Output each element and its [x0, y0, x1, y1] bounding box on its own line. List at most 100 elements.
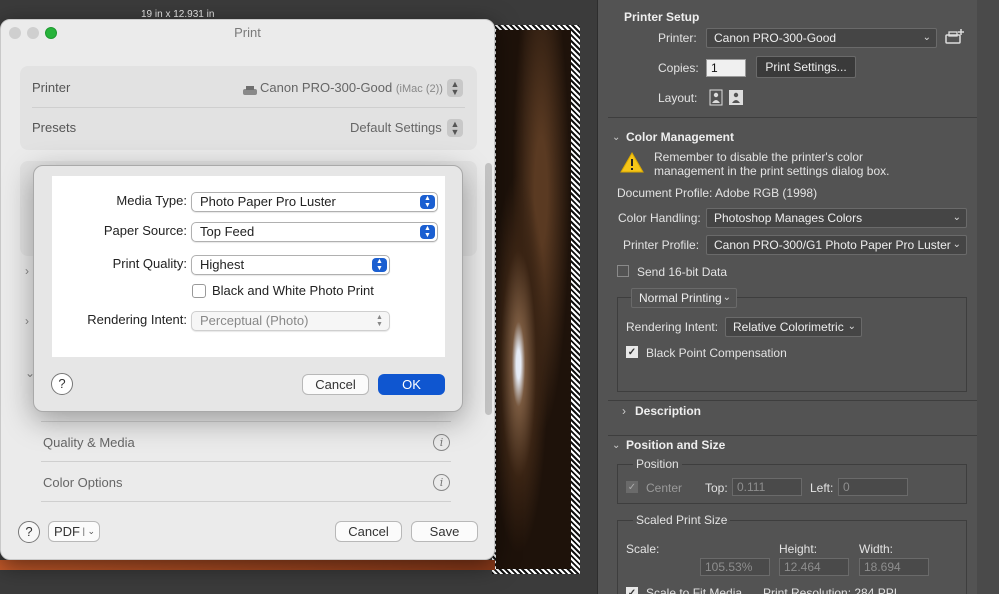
- scale-to-fit-label: Scale to Fit Media: [646, 586, 743, 594]
- ps-rendering-intent-select[interactable]: Relative Colorimetric ⌄: [725, 317, 862, 337]
- width-label: Width:: [859, 542, 894, 556]
- add-printer-icon[interactable]: [945, 28, 965, 49]
- print-quality-value: Highest: [200, 257, 245, 272]
- paper-source-select[interactable]: Top Feed ▲ ▼: [191, 222, 438, 242]
- chevron-down-icon: ⌄: [922, 32, 931, 43]
- ps-rendering-intent-value: Relative Colorimetric: [733, 320, 844, 334]
- warning-text: Remember to disable the printer's color …: [654, 150, 890, 178]
- sheet-content: Media Type: Photo Paper Pro Luster ▲ ▼ Pa…: [52, 176, 445, 357]
- sheet-cancel-button[interactable]: Cancel: [302, 374, 369, 395]
- scaled-size-group-box: [617, 520, 967, 594]
- copies-input[interactable]: 1: [706, 59, 746, 77]
- position-label: Position: [633, 457, 682, 471]
- divider: [41, 501, 451, 502]
- left-label: Left:: [810, 481, 834, 495]
- warning-icon: [620, 152, 644, 176]
- quality-media-item[interactable]: Quality & Media: [43, 435, 135, 450]
- normal-printing-select[interactable]: Normal Printing ⌄: [631, 288, 737, 308]
- layout-label: Layout:: [658, 91, 698, 105]
- ps-printer-select[interactable]: Canon PRO-300-Good ⌄: [706, 28, 937, 48]
- scale-input[interactable]: 105.53%: [700, 558, 770, 576]
- ok-button[interactable]: OK: [378, 374, 445, 395]
- chevron-down-icon: ⌄: [952, 239, 961, 250]
- normal-printing-value: Normal Printing: [639, 291, 722, 305]
- height-input[interactable]: 12.464: [779, 558, 849, 576]
- send-16bit-checkbox[interactable]: [617, 265, 629, 277]
- printer-stepper-icon[interactable]: ▲ ▼: [447, 79, 463, 97]
- panel-scrollbar[interactable]: [977, 0, 999, 594]
- photo-preview: [496, 30, 571, 569]
- ps-printer-value: Canon PRO-300-Good: [714, 31, 837, 45]
- color-handling-value: Photoshop Manages Colors: [714, 211, 863, 225]
- printer-select[interactable]: Canon PRO-300-Good (iMac (2)): [260, 80, 443, 95]
- description-heading[interactable]: Description: [635, 404, 701, 418]
- info-icon[interactable]: i: [433, 474, 450, 491]
- dialog-scrollbar[interactable]: [485, 163, 492, 415]
- chevron-down-icon[interactable]: ⌄: [612, 132, 620, 143]
- printer-host: (iMac (2)): [395, 83, 443, 95]
- chevron-down-icon: ⌄: [722, 292, 731, 303]
- pdf-label: PDF: [54, 524, 80, 539]
- send-16bit-label: Send 16-bit Data: [637, 265, 728, 279]
- printer-profile-value: Canon PRO-300/G1 Photo Paper Pro Luster: [714, 238, 951, 252]
- rendering-intent-select[interactable]: Perceptual (Photo) ▲ ▼: [191, 311, 390, 331]
- portrait-layout-icon[interactable]: [709, 89, 723, 109]
- help-button[interactable]: ?: [18, 521, 40, 543]
- dialog-title: Print: [234, 25, 261, 40]
- bw-photo-checkbox[interactable]: [192, 284, 206, 298]
- bpc-label: Black Point Compensation: [646, 346, 787, 360]
- divider: [608, 435, 978, 436]
- printer-icon: [243, 83, 257, 101]
- presets-stepper-icon[interactable]: ▲ ▼: [447, 119, 463, 137]
- presets-select[interactable]: Default Settings: [350, 120, 442, 135]
- rendering-intent-label: Rendering Intent:: [87, 312, 187, 327]
- printer-presets-card: Printer Canon PRO-300-Good (iMac (2)) ▲ ▼…: [20, 66, 477, 150]
- scaled-print-size-label: Scaled Print Size: [633, 513, 731, 527]
- print-preview-paper: [492, 25, 580, 574]
- left-input[interactable]: 0: [838, 478, 908, 496]
- divider: [41, 421, 451, 422]
- paper-source-label: Paper Source:: [103, 223, 187, 238]
- top-input[interactable]: 0.111: [732, 478, 802, 496]
- scale-to-fit-checkbox[interactable]: ✓: [626, 587, 638, 594]
- color-handling-label: Color Handling:: [618, 211, 701, 225]
- print-settings-button[interactable]: Print Settings...: [756, 56, 856, 78]
- top-label: Top:: [705, 481, 728, 495]
- info-icon[interactable]: i: [433, 434, 450, 451]
- printer-label: Printer: [32, 80, 71, 95]
- color-options-item[interactable]: Color Options: [43, 475, 122, 490]
- updown-arrows-icon: ▲ ▼: [420, 225, 435, 239]
- pdf-menu-button[interactable]: PDF | ⌄: [48, 521, 100, 542]
- media-type-label: Media Type:: [116, 193, 187, 208]
- help-button[interactable]: ?: [51, 373, 73, 395]
- save-button[interactable]: Save: [411, 521, 478, 542]
- landscape-layout-icon[interactable]: [728, 89, 744, 109]
- updown-arrows-icon: ▲ ▼: [420, 195, 435, 209]
- bpc-checkbox[interactable]: ✓: [626, 346, 638, 358]
- updown-arrows-icon: ▲ ▼: [376, 314, 383, 328]
- updown-arrows-icon: ▲ ▼: [372, 258, 387, 272]
- color-management-heading: Color Management: [626, 130, 735, 144]
- center-checkbox[interactable]: ✓: [626, 481, 638, 493]
- center-label: Center: [646, 481, 683, 495]
- media-type-select[interactable]: Photo Paper Pro Luster ▲ ▼: [191, 192, 438, 212]
- color-handling-select[interactable]: Photoshop Manages Colors ⌄: [706, 208, 967, 228]
- media-type-value: Photo Paper Pro Luster: [200, 194, 336, 209]
- chevron-right-icon[interactable]: ›: [622, 404, 626, 418]
- ps-rendering-intent-label: Rendering Intent:: [626, 320, 719, 334]
- height-label: Height:: [779, 542, 818, 556]
- chevron-down-icon[interactable]: ⌄: [612, 440, 620, 451]
- rendering-intent-value: Perceptual (Photo): [200, 313, 309, 328]
- printer-profile-select[interactable]: Canon PRO-300/G1 Photo Paper Pro Luster …: [706, 235, 967, 255]
- position-size-heading: Position and Size: [626, 438, 726, 452]
- printer-profile-label: Printer Profile:: [623, 238, 700, 252]
- printer-setup-heading: Printer Setup: [624, 10, 700, 24]
- divider: [32, 107, 465, 108]
- chevron-down-icon: ⌄: [952, 212, 961, 223]
- width-input[interactable]: 18.694: [859, 558, 929, 576]
- divider: [608, 400, 978, 401]
- print-quality-select[interactable]: Highest ▲ ▼: [191, 255, 390, 275]
- photoshop-print-settings-panel: Printer Setup Printer: Canon PRO-300-Goo…: [597, 0, 999, 594]
- cancel-button[interactable]: Cancel: [335, 521, 402, 542]
- document-profile-text: Document Profile: Adobe RGB (1998): [617, 186, 818, 200]
